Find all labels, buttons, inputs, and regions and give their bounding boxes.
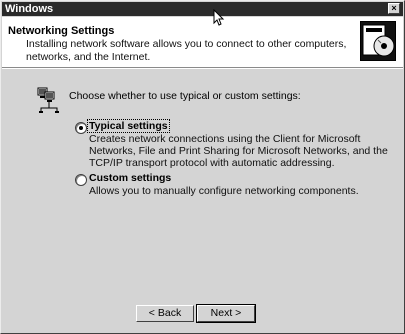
custom-settings-label[interactable]: Custom settings: [89, 172, 171, 184]
custom-settings-radio[interactable]: [75, 174, 87, 186]
network-setup-icon: [360, 21, 396, 61]
page-description: Installing network software allows you t…: [26, 38, 347, 63]
mouse-pointer-icon: [213, 8, 225, 27]
network-computers-icon: [37, 86, 63, 114]
wizard-header: Networking Settings Installing network s…: [2, 17, 403, 67]
typical-settings-radio[interactable]: [75, 122, 87, 134]
window-title: Windows: [5, 3, 54, 15]
typical-settings-label[interactable]: Typical settings: [87, 119, 170, 133]
back-button[interactable]: < Back: [136, 305, 194, 322]
page-title: Networking Settings: [8, 25, 115, 37]
title-bar[interactable]: Windows ×: [2, 2, 403, 16]
setup-window: Windows × Networking Settings Installing…: [0, 0, 405, 334]
header-divider: [2, 67, 403, 69]
custom-settings-description: Allows you to manually configure network…: [89, 185, 359, 197]
close-icon: ×: [391, 3, 397, 13]
close-button[interactable]: ×: [388, 3, 400, 14]
settings-prompt: Choose whether to use typical or custom …: [69, 90, 301, 102]
next-button[interactable]: Next >: [196, 304, 256, 323]
radio-selected-dot: [79, 126, 83, 130]
typical-settings-description: Creates network connections using the Cl…: [89, 133, 388, 169]
